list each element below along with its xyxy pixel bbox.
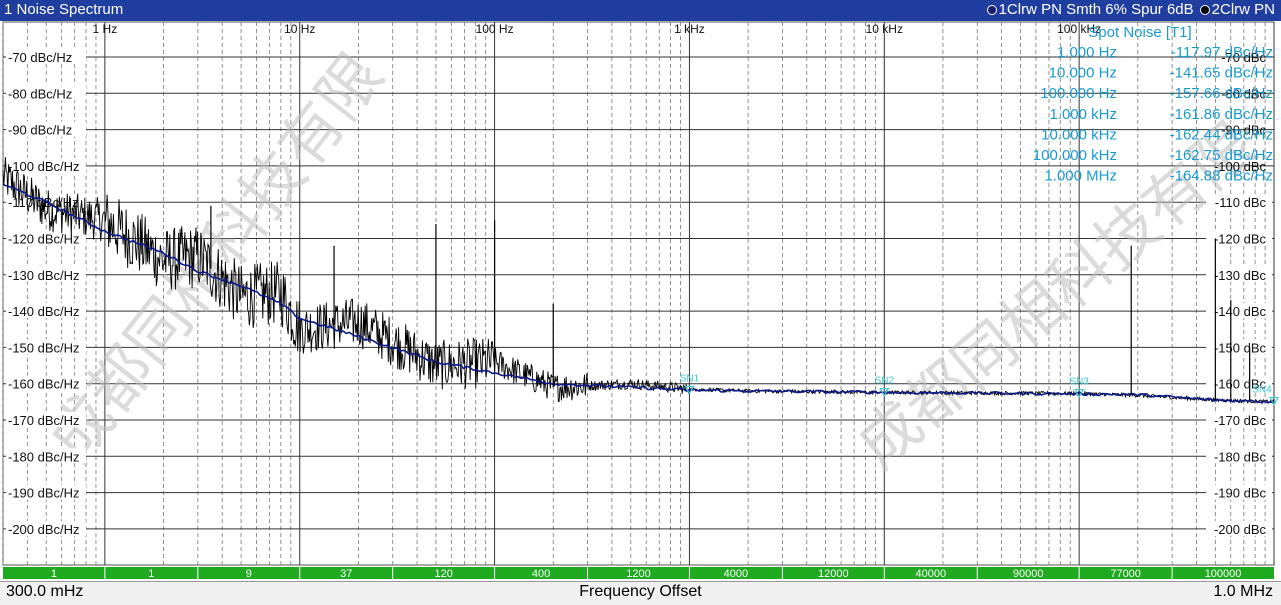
spot-noise-value: -117.97 dBc/Hz <box>1171 44 1273 61</box>
spot-noise-frequency: 100.000 kHz <box>1033 147 1117 164</box>
spot-noise-frequency: 10.000 Hz <box>1049 65 1117 82</box>
y-tick-label-left: -140 dBc/Hz <box>8 304 80 319</box>
range-bar-label: 12000 <box>818 568 849 580</box>
range-bar-label: 9 <box>246 568 252 580</box>
x-tick-label: 1 kHz <box>674 22 705 36</box>
spot-noise-value: -141.65 dBc/Hz <box>1170 65 1273 82</box>
noise-spectrum-plot: 成都同相科技有限 成都同相科技有限 -70 dBc/Hz-80 dBc/Hz-90… <box>2 21 1280 580</box>
trace1-info[interactable]: 1Clrw PN Smth 6% Spur 6dB <box>986 1 1194 18</box>
spot-noise-frequency: 1.000 Hz <box>1057 44 1117 61</box>
range-bar-label: 100000 <box>1205 568 1242 580</box>
spot-noise-frequency: 1.000 kHz <box>1049 106 1117 123</box>
y-tick-label-left: -150 dBc/Hz <box>8 340 80 355</box>
spot-noise-frequency: 10.000 kHz <box>1041 126 1117 143</box>
range-bar-label: 40000 <box>915 568 946 580</box>
spot-noise-value: -161.86 dBc/Hz <box>1170 106 1273 123</box>
stop-frequency: 1.0 MHz <box>1213 583 1273 600</box>
x-tick-label: 10 kHz <box>866 22 903 36</box>
spot-noise-value: -157.66 dBc/Hz <box>1170 85 1273 102</box>
trace2-dot-icon <box>1199 5 1210 16</box>
spot-noise-value: -164.88 dBc/Hz <box>1170 168 1273 185</box>
y-tick-label-right: -190 dBc <box>1214 486 1267 501</box>
y-tick-label-left: -120 dBc/Hz <box>8 232 80 247</box>
y-tick-label-left: -100 dBc/Hz <box>8 159 80 174</box>
marker-label[interactable]: SN4 <box>1252 384 1272 395</box>
title-bar: 1 Noise Spectrum 1Clrw PN Smth 6% Spur 6… <box>0 0 1281 21</box>
trace2-label: 2Clrw PN <box>1211 1 1275 18</box>
spot-noise-value: -162.75 dBc/Hz <box>1170 147 1273 164</box>
spot-noise-frequency: 100.000 Hz <box>1040 85 1117 102</box>
y-tick-label-left: -160 dBc/Hz <box>8 377 80 392</box>
y-tick-label-left: -190 dBc/Hz <box>8 486 80 501</box>
spot-noise-frequency: 1.000 MHz <box>1044 168 1117 185</box>
range-bar-label: 1200 <box>626 568 650 580</box>
window-title: 1 Noise Spectrum <box>4 1 124 18</box>
x-tick-label: 1 Hz <box>93 22 118 36</box>
x-tick-label: 100 Hz <box>476 22 514 36</box>
y-tick-label-right: -170 dBc <box>1214 413 1267 428</box>
marker-label[interactable]: SN1 <box>680 373 700 384</box>
range-bar-label: 37 <box>340 568 352 580</box>
y-tick-label-right: -130 dBc <box>1214 268 1267 283</box>
spot-noise-value: -162.44 dBc/Hz <box>1170 126 1273 143</box>
status-bar: 300.0 mHz Frequency Offset 1.0 MHz <box>0 581 1281 605</box>
range-bar-label: 77000 <box>1110 568 1141 580</box>
y-tick-label-left: -130 dBc/Hz <box>8 268 80 283</box>
y-tick-label-right: -200 dBc <box>1214 522 1267 537</box>
x-tick-label: 10 Hz <box>284 22 315 36</box>
trace1-label: 1Clrw PN Smth 6% Spur 6dB <box>998 1 1194 18</box>
x-axis-title: Frequency Offset <box>579 583 702 600</box>
y-tick-label-left: -70 dBc/Hz <box>8 50 72 65</box>
spot-noise-title: Spot Noise [T1] <box>1088 24 1191 41</box>
marker-label[interactable]: SN2 <box>875 376 895 387</box>
range-bar-label: 400 <box>532 568 550 580</box>
y-tick-label-left: -180 dBc/Hz <box>8 449 80 464</box>
range-bar-label: 4000 <box>724 568 748 580</box>
y-tick-label-right: -140 dBc <box>1214 304 1267 319</box>
y-tick-label-left: -200 dBc/Hz <box>8 522 80 537</box>
trace1-dot-icon <box>986 5 997 16</box>
trace-info: 1Clrw PN Smth 6% Spur 6dB 2Clrw PN <box>986 1 1275 18</box>
y-tick-label-left: -80 dBc/Hz <box>8 86 72 101</box>
y-tick-label-left: -90 dBc/Hz <box>8 123 72 138</box>
y-tick-label-right: -150 dBc <box>1214 340 1267 355</box>
marker-label[interactable]: SN3 <box>1069 377 1089 388</box>
range-bar-label: 1 <box>51 568 57 580</box>
y-tick-label-left: -170 dBc/Hz <box>8 413 80 428</box>
range-bar-label: 90000 <box>1013 568 1044 580</box>
y-tick-label-right: -180 dBc <box>1214 449 1267 464</box>
bottom-bar: 1 1 9 37 120 400 1200 4000 12000 40000 90000 77000 1… <box>3 567 1274 580</box>
trace2-info[interactable]: 2Clrw PN <box>1199 1 1275 18</box>
range-bar-label: 1 <box>148 568 154 580</box>
y-tick-label-right: -110 dBc <box>1215 195 1267 210</box>
y-tick-label-right: -120 dBc <box>1214 232 1267 247</box>
range-bar-label: 120 <box>434 568 452 580</box>
